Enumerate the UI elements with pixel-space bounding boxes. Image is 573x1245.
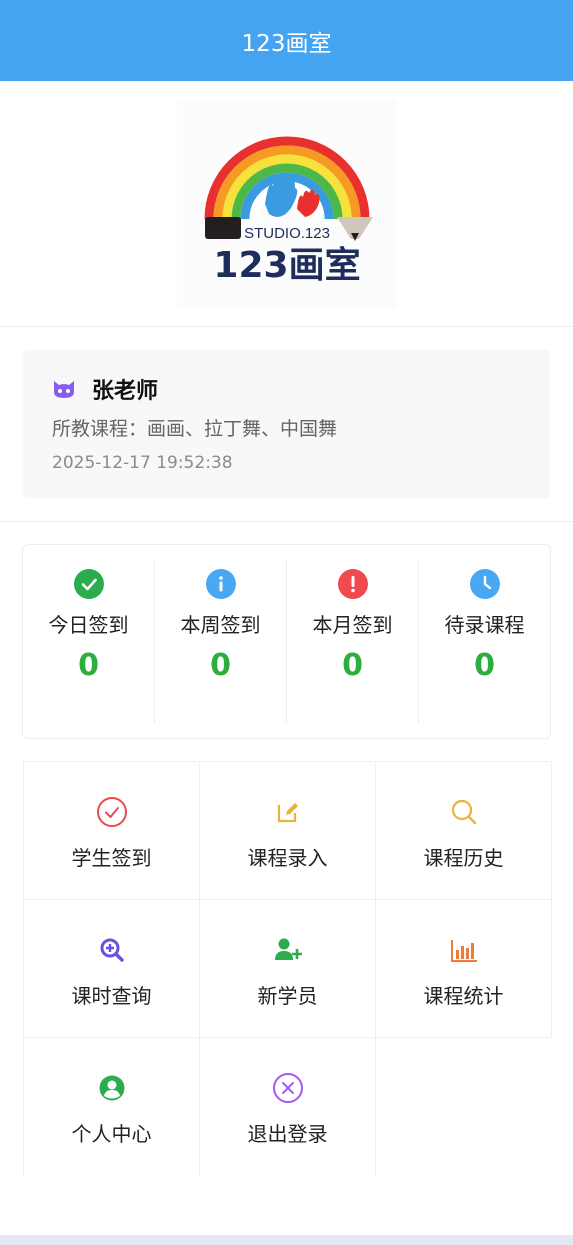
- studio-logo: STUDIO.123 123画室: [176, 98, 397, 309]
- search-icon: [448, 796, 480, 828]
- menu-empty-slot: [376, 1038, 552, 1176]
- teacher-section: 张老师 所教课程：画画、拉丁舞、中国舞 2025-12-17 19:52:38: [0, 327, 573, 522]
- bar-chart-icon: [448, 934, 480, 966]
- stat-value: 0: [342, 648, 363, 683]
- function-menu: 学生签到 课程录入 课程历史 课时查询 新学员 课程统计 个人中心 退出登录: [23, 761, 552, 1176]
- menu-new-student[interactable]: 新学员: [200, 900, 376, 1038]
- menu-course-history[interactable]: 课程历史: [376, 762, 552, 900]
- teacher-name: 张老师: [92, 379, 159, 404]
- check-outline-icon: [96, 796, 128, 828]
- exclamation-circle-icon: [337, 569, 368, 599]
- menu-student-checkin[interactable]: 学生签到: [24, 762, 200, 900]
- menu-course-stats[interactable]: 课程统计: [376, 900, 552, 1038]
- stat-pending-courses[interactable]: 待录课程 0: [419, 560, 550, 723]
- svg-text:123画室: 123画室: [213, 245, 360, 286]
- check-circle-icon: [73, 569, 104, 599]
- stat-value: 0: [78, 648, 99, 683]
- stat-label: 本周签到: [180, 613, 261, 637]
- stat-month-checkin[interactable]: 本月签到 0: [287, 560, 419, 723]
- zoom-in-icon: [96, 934, 128, 966]
- menu-label: 个人中心: [71, 1122, 152, 1146]
- teacher-card: 张老师 所教课程：画画、拉丁舞、中国舞 2025-12-17 19:52:38: [23, 350, 550, 498]
- stat-today-checkin[interactable]: 今日签到 0: [23, 560, 155, 723]
- menu-logout[interactable]: 退出登录: [200, 1038, 376, 1176]
- app-header: 123画室: [0, 0, 573, 81]
- menu-personal-center[interactable]: 个人中心: [24, 1038, 200, 1176]
- stat-label: 待录课程: [444, 613, 525, 637]
- cat-face-icon: [52, 377, 76, 401]
- menu-label: 新学员: [257, 984, 318, 1008]
- stat-value: 0: [210, 648, 231, 683]
- info-circle-icon: [205, 569, 236, 599]
- stat-label: 本月签到: [312, 613, 393, 637]
- menu-label: 退出登录: [247, 1122, 328, 1146]
- teacher-name-row: 张老师: [52, 374, 521, 404]
- add-user-icon: [272, 934, 304, 966]
- menu-label: 学生签到: [71, 846, 152, 870]
- bottom-bar: [0, 1235, 573, 1245]
- clock-circle-icon: [469, 569, 500, 599]
- menu-label: 课程录入: [247, 846, 328, 870]
- current-datetime: 2025-12-17 19:52:38: [52, 453, 233, 473]
- stats-panel: 今日签到 0 本周签到 0 本月签到 0 待录课程 0: [22, 544, 551, 739]
- edit-icon: [272, 796, 304, 828]
- close-circle-icon: [272, 1072, 304, 1104]
- stat-value: 0: [474, 648, 495, 683]
- menu-label: 课程历史: [423, 846, 504, 870]
- logo-section: STUDIO.123 123画室: [0, 81, 573, 327]
- page-title: 123画室: [241, 30, 332, 57]
- stat-label: 今日签到: [48, 613, 129, 637]
- user-circle-icon: [96, 1072, 128, 1104]
- menu-hours-query[interactable]: 课时查询: [24, 900, 200, 1038]
- menu-label: 课时查询: [71, 984, 152, 1008]
- teacher-courses: 所教课程：画画、拉丁舞、中国舞: [52, 418, 338, 440]
- menu-course-entry[interactable]: 课程录入: [200, 762, 376, 900]
- svg-text:STUDIO.123: STUDIO.123: [244, 225, 330, 242]
- menu-label: 课程统计: [423, 984, 504, 1008]
- stat-week-checkin[interactable]: 本周签到 0: [155, 560, 287, 723]
